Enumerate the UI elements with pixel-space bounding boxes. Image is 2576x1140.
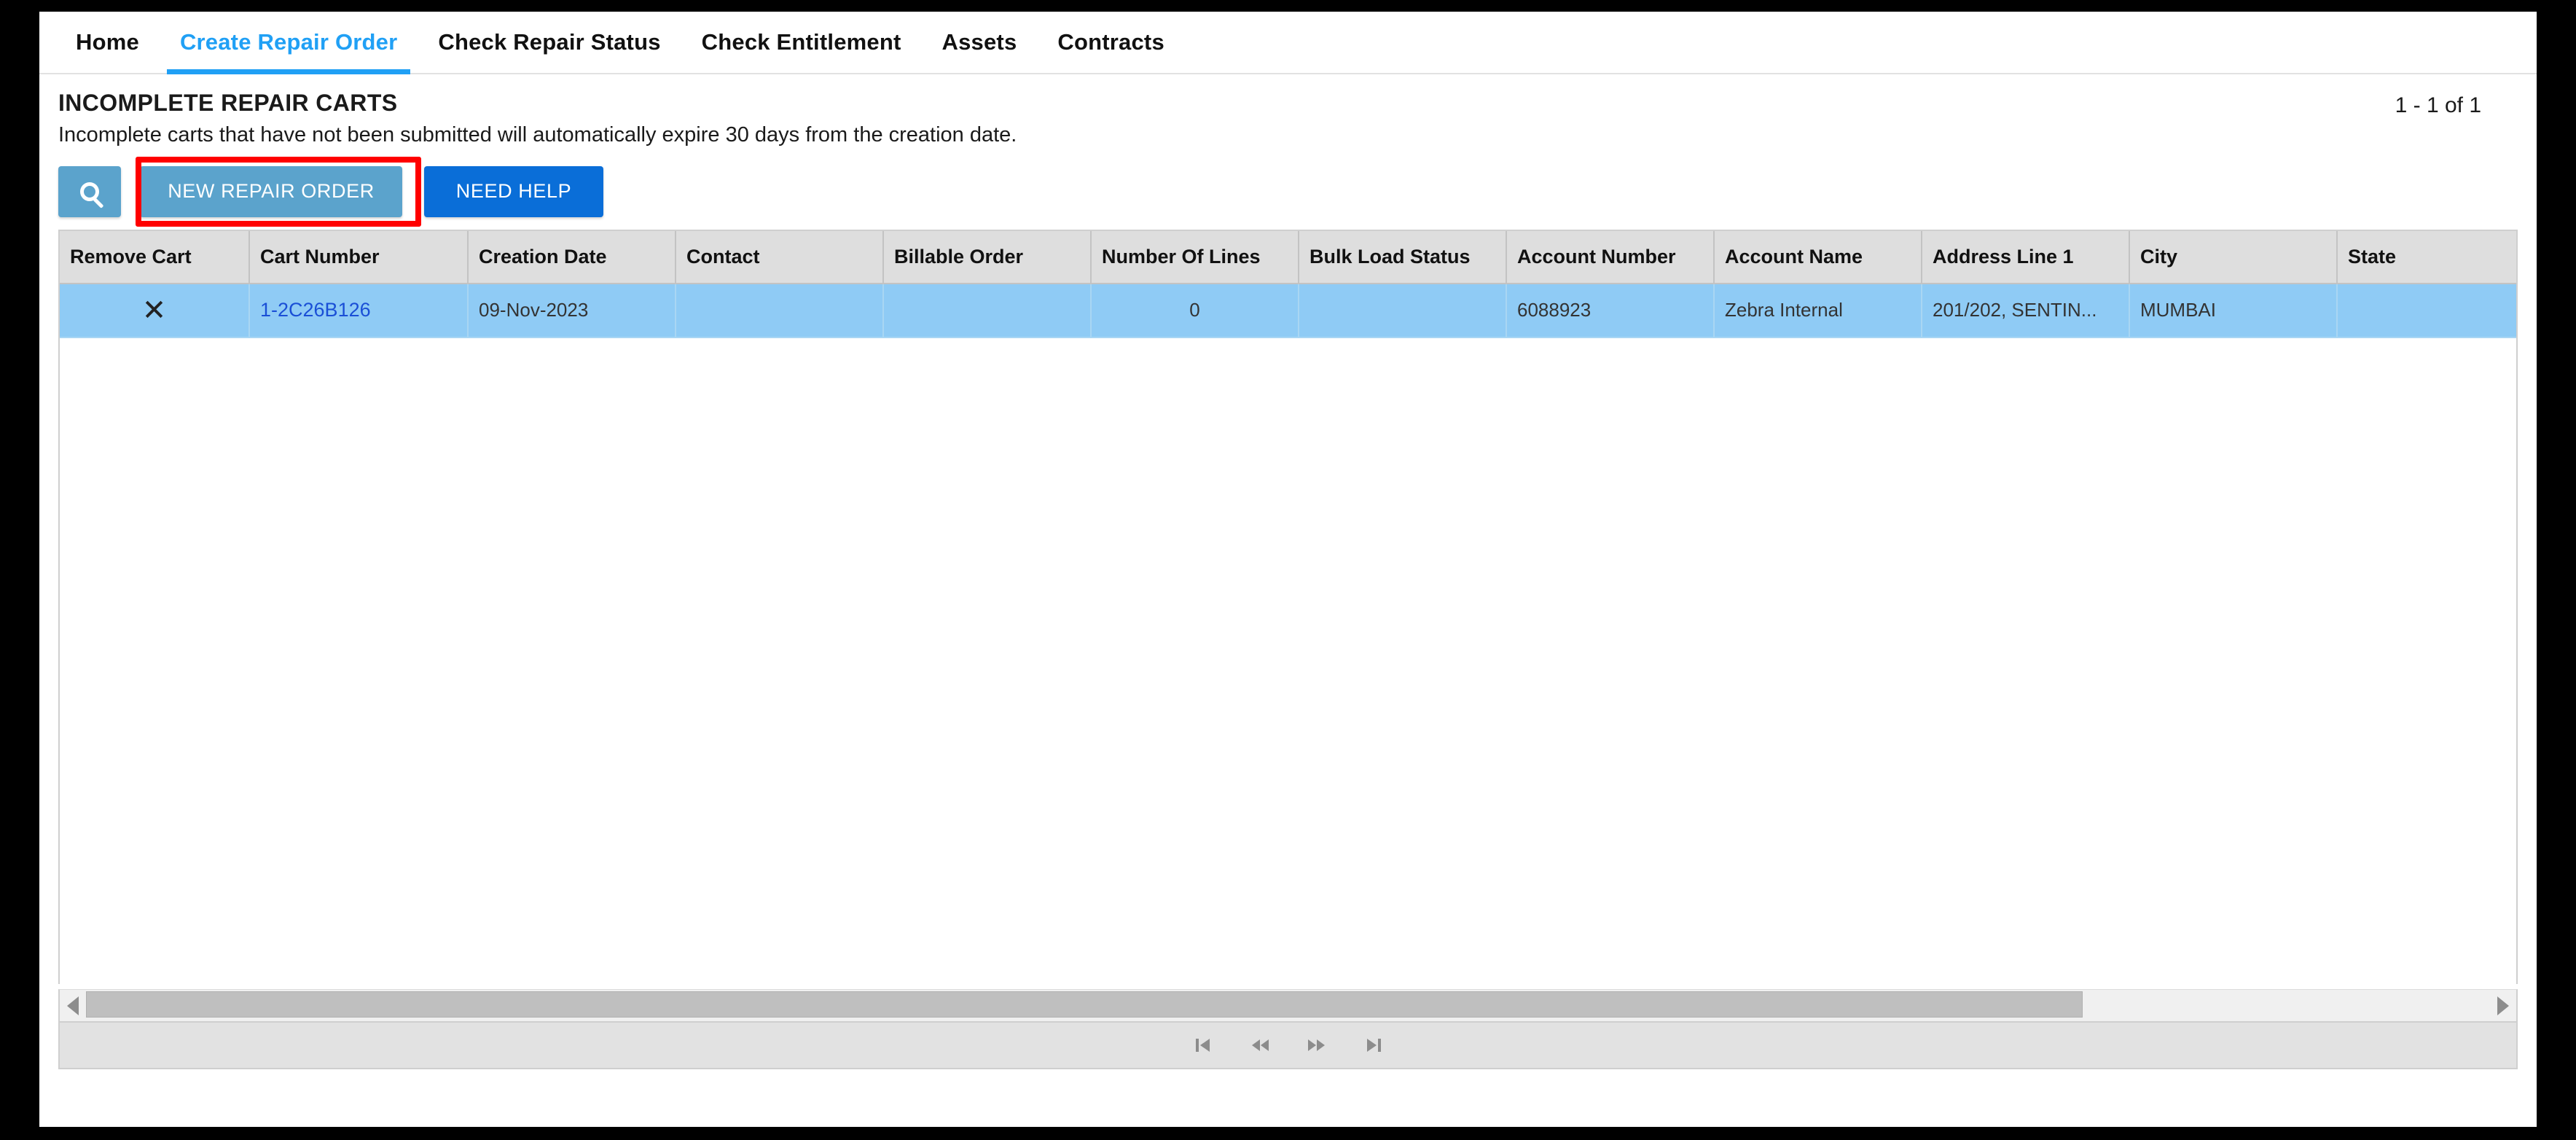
column-header-bulk-load-status[interactable]: Bulk Load Status: [1299, 230, 1507, 284]
page-title: INCOMPLETE REPAIR CARTS: [58, 90, 398, 116]
column-header-remove-cart[interactable]: Remove Cart: [60, 230, 250, 284]
application-window: Home Create Repair Order Check Repair St…: [39, 12, 2537, 1127]
column-header-account-name[interactable]: Account Name: [1714, 230, 1922, 284]
table-header-row: Remove Cart Cart Number Creation Date Conta…: [60, 230, 2516, 284]
data-grid-scroll-area: Remove Cart Cart Number Creation Date Conta…: [60, 230, 2516, 984]
nav-item-label: Assets: [941, 29, 1017, 55]
table-header: Remove Cart Cart Number Creation Date Conta…: [60, 230, 2516, 284]
column-header-account-number[interactable]: Account Number: [1506, 230, 1715, 284]
cell-state: [2337, 283, 2516, 338]
cell-cart-number[interactable]: 1-2C26B126: [249, 283, 469, 338]
nav-item-home[interactable]: Home: [55, 12, 160, 73]
cell-city: MUMBAI: [2129, 283, 2338, 338]
incomplete-repair-carts-table: Remove Cart Cart Number Creation Date Conta…: [60, 230, 2516, 338]
nav-item-create-repair-order[interactable]: Create Repair Order: [160, 12, 418, 74]
nav-item-label: Create Repair Order: [179, 29, 398, 55]
table-body: ✕ 1-2C26B126 09-Nov-2023 0 6088923 Zebra Inte…: [60, 283, 2516, 338]
previous-page-button[interactable]: [1246, 1031, 1274, 1059]
record-count: 1 - 1 of 1: [2395, 93, 2481, 117]
column-header-city[interactable]: City: [2129, 230, 2338, 284]
nav-item-label: Home: [76, 29, 139, 55]
cell-contact: [676, 283, 884, 338]
cart-number-link[interactable]: 1-2C26B126: [260, 299, 371, 321]
need-help-button[interactable]: NEED HELP: [424, 165, 603, 217]
nav-item-label: Check Entitlement: [701, 29, 901, 55]
cell-address-line-1: 201/202, SENTIN...: [1922, 283, 2130, 338]
cell-creation-date: 09-Nov-2023: [468, 283, 676, 338]
main-navigation: Home Create Repair Order Check Repair St…: [39, 12, 2537, 74]
cell-account-name: Zebra Internal: [1714, 283, 1922, 338]
nav-item-label: Contracts: [1057, 29, 1164, 55]
column-header-billable-order[interactable]: Billable Order: [883, 230, 1092, 284]
cell-number-of-lines: 0: [1091, 283, 1299, 338]
search-button[interactable]: [58, 165, 121, 217]
column-header-creation-date[interactable]: Creation Date: [468, 230, 676, 284]
nav-item-check-entitlement[interactable]: Check Entitlement: [681, 12, 922, 73]
action-toolbar: NEW REPAIR ORDER NEED HELP: [58, 156, 2518, 227]
triangle-right-icon: [2497, 996, 2509, 1015]
new-repair-order-label: NEW REPAIR ORDER: [168, 180, 375, 203]
cell-billable-order: [883, 283, 1092, 338]
search-icon: [80, 181, 99, 201]
pagination-bar: [58, 1023, 2518, 1069]
column-header-address-line-1[interactable]: Address Line 1: [1922, 230, 2130, 284]
first-page-button[interactable]: [1189, 1031, 1217, 1059]
need-help-label: NEED HELP: [455, 180, 572, 203]
scroll-right-arrow-icon[interactable]: [2490, 996, 2516, 1015]
page-subtitle: Incomplete carts that have not been subm…: [58, 123, 1017, 147]
column-header-contact[interactable]: Contact: [676, 230, 884, 284]
scrollbar-thumb[interactable]: [86, 991, 2083, 1018]
scrollbar-track[interactable]: [86, 990, 2490, 1021]
data-grid-container: Remove Cart Cart Number Creation Date Conta…: [58, 229, 2518, 984]
nav-item-contracts[interactable]: Contracts: [1037, 12, 1185, 73]
column-header-number-of-lines[interactable]: Number Of Lines: [1091, 230, 1299, 284]
horizontal-scrollbar[interactable]: [58, 989, 2518, 1023]
remove-cart-icon[interactable]: ✕: [142, 296, 167, 325]
table-row[interactable]: ✕ 1-2C26B126 09-Nov-2023 0 6088923 Zebra Inte…: [60, 283, 2516, 338]
nav-item-check-repair-status[interactable]: Check Repair Status: [418, 12, 681, 73]
last-page-button[interactable]: [1360, 1031, 1387, 1059]
triangle-left-icon: [67, 996, 79, 1015]
nav-item-assets[interactable]: Assets: [922, 12, 1038, 73]
next-page-button[interactable]: [1303, 1031, 1331, 1059]
cell-remove-cart[interactable]: ✕: [60, 283, 250, 338]
column-header-cart-number[interactable]: Cart Number: [249, 230, 469, 284]
scroll-left-arrow-icon[interactable]: [60, 996, 86, 1015]
nav-item-label: Check Repair Status: [438, 29, 661, 55]
column-header-state[interactable]: State: [2337, 230, 2516, 284]
cell-account-number: 6088923: [1506, 283, 1715, 338]
new-repair-order-button[interactable]: NEW REPAIR ORDER: [140, 165, 402, 217]
page-header: INCOMPLETE REPAIR CARTS Incomplete carts…: [39, 74, 2537, 148]
cell-bulk-load-status: [1299, 283, 1507, 338]
